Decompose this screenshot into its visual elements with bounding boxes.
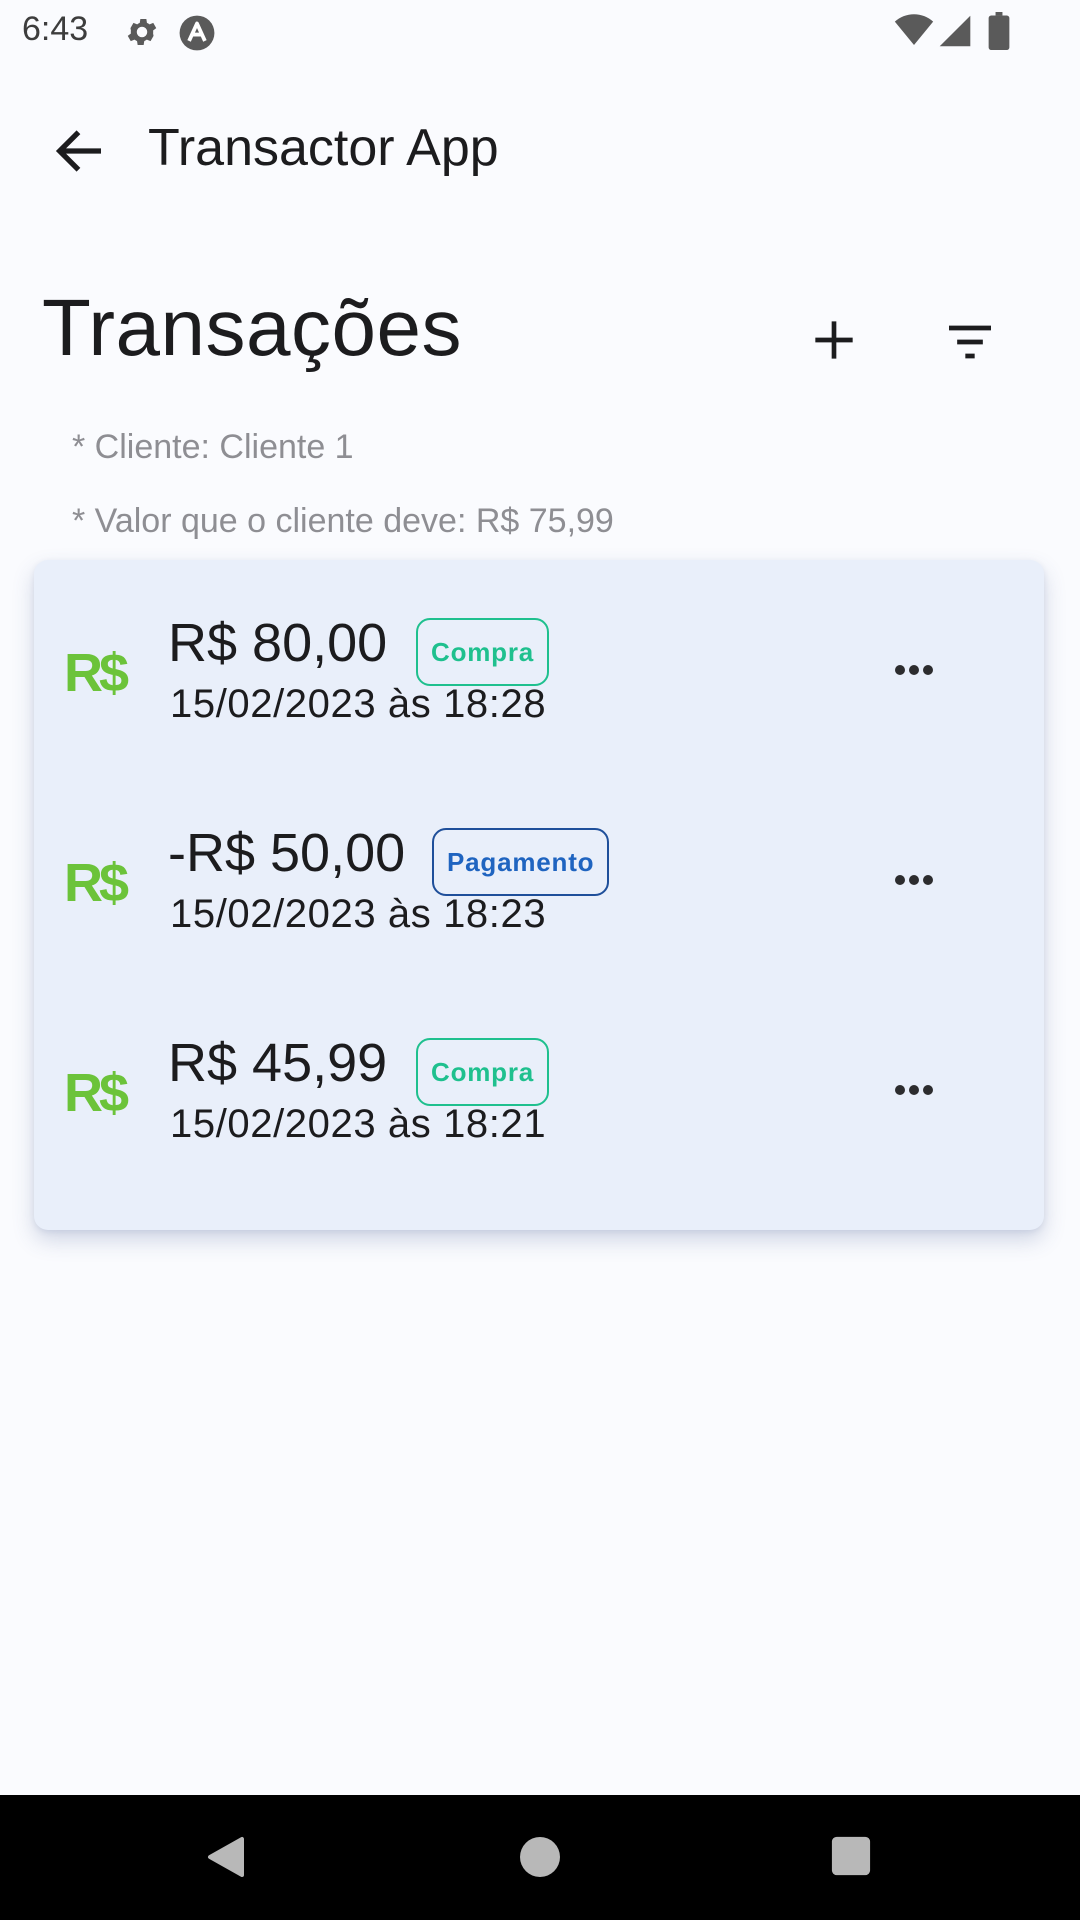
filter-button[interactable] [942,314,998,370]
transaction-date: 15/02/2023 às 18:21 [170,1102,547,1146]
transaction-row[interactable]: R$ R$ 45,99 Compra 15/02/2023 às 18:21 [34,1032,1044,1242]
navigation-bar [0,1795,1080,1920]
transaction-type-badge: Compra [416,618,550,686]
wifi-icon [894,12,934,53]
status-time: 6:43 [22,10,89,48]
more-options-button[interactable] [868,1070,958,1110]
transaction-amount: -R$ 50,00 [168,823,406,883]
currency-icon: R$ [64,643,129,703]
nav-home-button[interactable] [518,1835,562,1884]
screen: 6:43 Transactor App Transações * Cliente… [0,0,1080,1920]
transaction-type-badge: Pagamento [432,828,610,896]
home-circle-icon [520,1837,560,1877]
debt-info: * Valor que o cliente deve: R$ 75,99 [72,502,614,540]
transaction-amount: R$ 45,99 [168,1033,388,1093]
transaction-row[interactable]: R$ R$ 80,00 Compra 15/02/2023 às 18:28 [34,612,1044,822]
battery-icon [988,12,1010,55]
transactions-card: R$ R$ 80,00 Compra 15/02/2023 às 18:28 R… [34,560,1044,1230]
more-horizontal-icon [895,1085,933,1095]
status-bar: 6:43 [0,0,1080,64]
currency-icon: R$ [64,1063,129,1123]
nav-recents-button[interactable] [830,1835,872,1882]
transaction-row[interactable]: R$ -R$ 50,00 Pagamento 15/02/2023 às 18:… [34,822,1044,1032]
more-horizontal-icon [895,875,933,885]
transaction-date: 15/02/2023 às 18:28 [170,682,547,726]
add-transaction-button[interactable] [806,312,862,368]
signal-icon [938,14,972,53]
recents-square-icon [831,1836,871,1876]
back-triangle-icon [208,1837,244,1877]
page-title: Transações [42,283,462,372]
transaction-date: 15/02/2023 às 18:23 [170,892,547,936]
filter-icon [949,325,991,359]
currency-icon: R$ [64,853,129,913]
app-bar: Transactor App [0,90,1080,210]
more-horizontal-icon [895,665,933,675]
arrow-left-icon [55,130,101,172]
app-icon [178,14,216,57]
gear-icon [124,14,160,55]
transaction-type-badge: Compra [416,1038,550,1106]
nav-back-button[interactable] [204,1835,248,1884]
plus-icon [815,321,853,359]
back-button[interactable] [50,122,108,180]
more-options-button[interactable] [868,860,958,900]
client-info: * Cliente: Cliente 1 [72,428,354,466]
more-options-button[interactable] [868,650,958,690]
transaction-amount: R$ 80,00 [168,613,388,673]
app-title: Transactor App [148,119,499,177]
